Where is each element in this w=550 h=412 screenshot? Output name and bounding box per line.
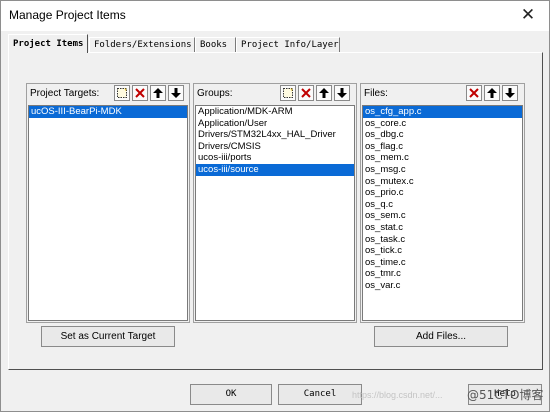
- list-item[interactable]: os_flag.c: [363, 141, 522, 153]
- manage-project-items-dialog: Manage Project Items ✕ Project Items Fol…: [0, 0, 550, 412]
- close-icon[interactable]: ✕: [515, 4, 541, 26]
- list-item[interactable]: os_cfg_app.c: [363, 106, 522, 118]
- list-item[interactable]: os_q.c: [363, 199, 522, 211]
- groups-label: Groups:: [197, 88, 233, 99]
- tab-books[interactable]: Books: [195, 37, 236, 52]
- files-list[interactable]: os_cfg_app.c os_core.c os_dbg.c os_flag.…: [362, 105, 523, 321]
- tab-project-items[interactable]: Project Items: [8, 34, 88, 53]
- add-files-button[interactable]: Add Files...: [374, 326, 508, 347]
- move-down-icon[interactable]: [334, 85, 350, 101]
- list-item[interactable]: os_mem.c: [363, 152, 522, 164]
- project-targets-toolbar: [114, 85, 184, 101]
- project-targets-group: Project Targets: ucOS-III-BearPi-MDK: [26, 83, 190, 323]
- list-item[interactable]: Application/User: [196, 118, 354, 130]
- list-item[interactable]: os_stat.c: [363, 222, 522, 234]
- project-targets-list[interactable]: ucOS-III-BearPi-MDK: [28, 105, 188, 321]
- groups-header: Groups:: [194, 84, 356, 104]
- project-targets-header: Project Targets:: [27, 84, 189, 104]
- title-bar: Manage Project Items ✕: [1, 1, 549, 31]
- cancel-button[interactable]: Cancel: [278, 384, 362, 405]
- list-item[interactable]: Application/MDK-ARM: [196, 106, 354, 118]
- files-label: Files:: [364, 88, 388, 99]
- delete-icon[interactable]: [132, 85, 148, 101]
- list-item[interactable]: os_tick.c: [363, 245, 522, 257]
- delete-icon[interactable]: [466, 85, 482, 101]
- groups-group: Groups: Application/MDK-ARM Application/…: [193, 83, 357, 323]
- delete-icon[interactable]: [298, 85, 314, 101]
- groups-toolbar: [280, 85, 350, 101]
- list-item[interactable]: Drivers/STM32L4xx_HAL_Driver: [196, 129, 354, 141]
- files-toolbar: [466, 85, 518, 101]
- groups-list[interactable]: Application/MDK-ARM Application/User Dri…: [195, 105, 355, 321]
- list-item[interactable]: os_tmr.c: [363, 268, 522, 280]
- new-icon[interactable]: [114, 85, 130, 101]
- move-up-icon[interactable]: [150, 85, 166, 101]
- list-item[interactable]: os_time.c: [363, 257, 522, 269]
- watermark-brand: @51CTO博客: [467, 388, 544, 402]
- list-item[interactable]: ucos-iii/source: [196, 163, 354, 176]
- watermark-url: https://blog.csdn.net/...: [352, 390, 443, 400]
- ok-button[interactable]: OK: [190, 384, 272, 405]
- files-group: Files: os_cfg_app.c os_core.c os_dbg.c o…: [360, 83, 525, 323]
- list-item[interactable]: os_sem.c: [363, 210, 522, 222]
- list-item[interactable]: os_core.c: [363, 118, 522, 130]
- tab-project-info-layer[interactable]: Project Info/Layer: [236, 37, 340, 52]
- move-up-icon[interactable]: [484, 85, 500, 101]
- list-item[interactable]: os_var.c: [363, 280, 522, 292]
- files-header: Files:: [361, 84, 524, 104]
- list-item[interactable]: os_prio.c: [363, 187, 522, 199]
- project-targets-label: Project Targets:: [30, 88, 100, 99]
- list-item[interactable]: Drivers/CMSIS: [196, 141, 354, 153]
- list-item[interactable]: os_dbg.c: [363, 129, 522, 141]
- list-item[interactable]: ucos-iii/ports: [196, 152, 354, 164]
- list-item[interactable]: os_mutex.c: [363, 176, 522, 188]
- move-down-icon[interactable]: [502, 85, 518, 101]
- list-item[interactable]: os_task.c: [363, 234, 522, 246]
- set-as-current-target-button[interactable]: Set as Current Target: [41, 326, 175, 347]
- list-item[interactable]: os_msg.c: [363, 164, 522, 176]
- list-item[interactable]: ucOS-III-BearPi-MDK: [29, 106, 187, 118]
- window-title: Manage Project Items: [9, 8, 126, 22]
- move-down-icon[interactable]: [168, 85, 184, 101]
- tab-folders-extensions[interactable]: Folders/Extensions: [89, 37, 195, 52]
- new-icon[interactable]: [280, 85, 296, 101]
- move-up-icon[interactable]: [316, 85, 332, 101]
